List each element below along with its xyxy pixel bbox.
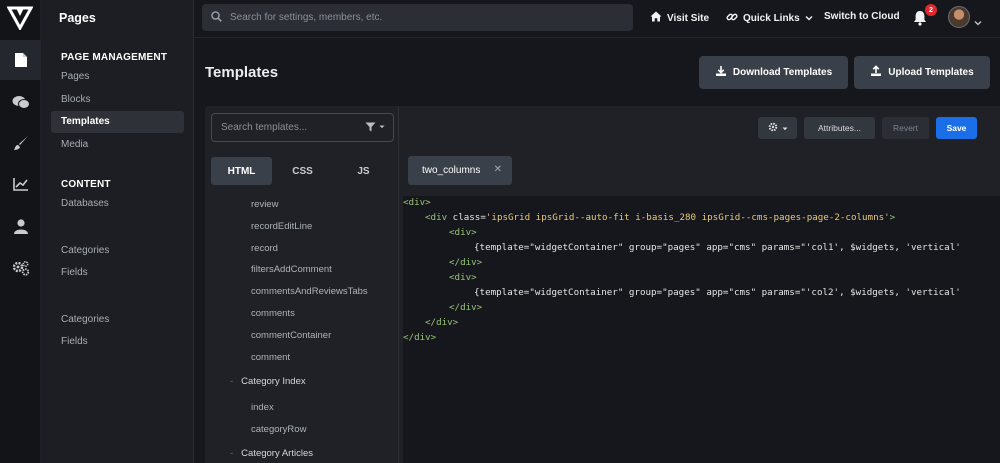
sidebar-item-templates[interactable]: Templates [51, 111, 184, 133]
tree-group-category-articles[interactable]: - Category Articles [230, 448, 313, 459]
quick-links-label: Quick Links [743, 13, 800, 24]
upload-templates-label: Upload Templates [888, 67, 974, 78]
tree-item[interactable]: comments [251, 308, 295, 319]
home-icon [650, 11, 662, 25]
code-token: <div> [403, 197, 431, 208]
pages-icon[interactable] [0, 40, 41, 80]
visit-site-label: Visit Site [667, 12, 710, 24]
section-page-management: PAGE MANAGEMENT [61, 52, 168, 63]
global-search [202, 4, 633, 31]
settings-dropdown-button[interactable] [758, 117, 797, 139]
sidebar-item-media[interactable]: Media [51, 134, 184, 156]
tree-group-label: Category Articles [241, 448, 313, 459]
tree-item[interactable]: index [251, 402, 274, 413]
sidebar-item-blocks[interactable]: Blocks [51, 89, 184, 111]
tree-item[interactable]: recordEditLine [251, 221, 312, 232]
user-icon[interactable] [0, 206, 41, 246]
brush-icon[interactable] [0, 123, 41, 163]
code-token: 'ipsGrid ipsGrid--auto-fit i-basis_280 i… [485, 212, 890, 223]
quick-links-menu[interactable]: Quick Links [726, 11, 813, 26]
language-tabs: HTML CSS JS [211, 157, 394, 185]
search-input[interactable] [230, 12, 620, 23]
close-icon[interactable]: ✕ [494, 164, 502, 175]
download-templates-label: Download Templates [732, 67, 833, 78]
chevron-down-icon[interactable] [974, 13, 982, 31]
code-token: </div> [449, 257, 483, 268]
visit-site-link[interactable]: Visit Site [650, 11, 709, 25]
sidebar-item-fields[interactable]: Fields [51, 331, 184, 353]
upload-templates-button[interactable]: Upload Templates [854, 56, 990, 89]
template-search-input[interactable] [221, 122, 361, 133]
app-title: Pages [59, 11, 96, 25]
code-token: </div> [449, 302, 483, 313]
code-token: {template="widgetContainer" group="pages… [474, 242, 961, 253]
save-button[interactable]: Save [936, 117, 977, 139]
tree-group-label: Category Index [241, 376, 306, 387]
tree-item[interactable]: commentContainer [251, 330, 331, 341]
tree-item[interactable]: review [251, 199, 278, 210]
code-token: class= [452, 212, 486, 223]
code-token: <div [425, 212, 453, 223]
tree-group-category-index[interactable]: - Category Index [230, 376, 306, 387]
top-bar: Visit Site Quick Links Switch to Cloud 2 [194, 0, 1000, 38]
code-token: > [889, 212, 896, 223]
forums-icon[interactable] [0, 82, 41, 122]
switch-to-cloud-link[interactable]: Switch to Cloud [824, 11, 900, 22]
avatar[interactable] [948, 6, 970, 28]
download-templates-button[interactable]: Download Templates [699, 56, 848, 89]
revert-button[interactable]: Revert [882, 117, 929, 139]
code-token: </div> [425, 317, 459, 328]
attributes-button[interactable]: Attributes... [804, 117, 875, 139]
tree-item[interactable]: comment [251, 352, 290, 363]
logo-icon[interactable] [6, 6, 34, 32]
cogs-icon[interactable] [0, 248, 41, 288]
code-token: <div> [449, 227, 477, 238]
notification-badge: 2 [925, 4, 937, 16]
chevron-down-icon [805, 13, 813, 24]
sidebar-item-databases[interactable]: Databases [51, 193, 184, 215]
sidebar-item-categories[interactable]: Categories [51, 309, 184, 331]
pages-sidebar: Pages PAGE MANAGEMENT Pages Blocks Templ… [41, 0, 194, 463]
code-token: {template="widgetContainer" group="pages… [474, 287, 961, 298]
icon-rail [0, 0, 41, 463]
filter-icon[interactable] [365, 122, 385, 132]
template-editor: HTML CSS JS review recordEditLine record… [205, 106, 1000, 463]
link-icon [726, 11, 738, 26]
chevron-down-icon [782, 123, 788, 133]
file-tab-label: two_columns [422, 165, 481, 176]
tab-css[interactable]: CSS [272, 157, 333, 185]
sidebar-item-categories[interactable]: Categories [51, 240, 184, 262]
page-title: Templates [205, 64, 279, 81]
collapse-icon: - [230, 376, 234, 387]
code-token: </div> [403, 332, 437, 343]
tab-two-columns[interactable]: two_columns ✕ [408, 156, 512, 185]
tree-item[interactable]: categoryRow [251, 424, 306, 435]
sidebar-item-fields[interactable]: Fields [51, 262, 184, 284]
code-token: <div> [449, 272, 477, 283]
template-tree: HTML CSS JS review recordEditLine record… [205, 106, 399, 463]
gear-icon [768, 122, 778, 134]
download-icon [715, 65, 727, 80]
upload-icon [870, 65, 882, 80]
search-icon [211, 9, 222, 27]
tab-js[interactable]: JS [333, 157, 394, 185]
collapse-icon: - [230, 448, 234, 459]
section-content: CONTENT [61, 179, 111, 190]
tree-item[interactable]: record [251, 243, 278, 254]
tab-html[interactable]: HTML [211, 157, 272, 185]
chart-icon[interactable] [0, 164, 41, 204]
sidebar-item-pages[interactable]: Pages [51, 66, 184, 88]
tree-item[interactable]: filtersAddComment [251, 264, 332, 275]
code-editor[interactable]: <div> <div class='ipsGrid ipsGrid--auto-… [403, 196, 1000, 463]
tree-item[interactable]: commentsAndReviewsTabs [251, 286, 368, 297]
template-search [211, 113, 394, 142]
